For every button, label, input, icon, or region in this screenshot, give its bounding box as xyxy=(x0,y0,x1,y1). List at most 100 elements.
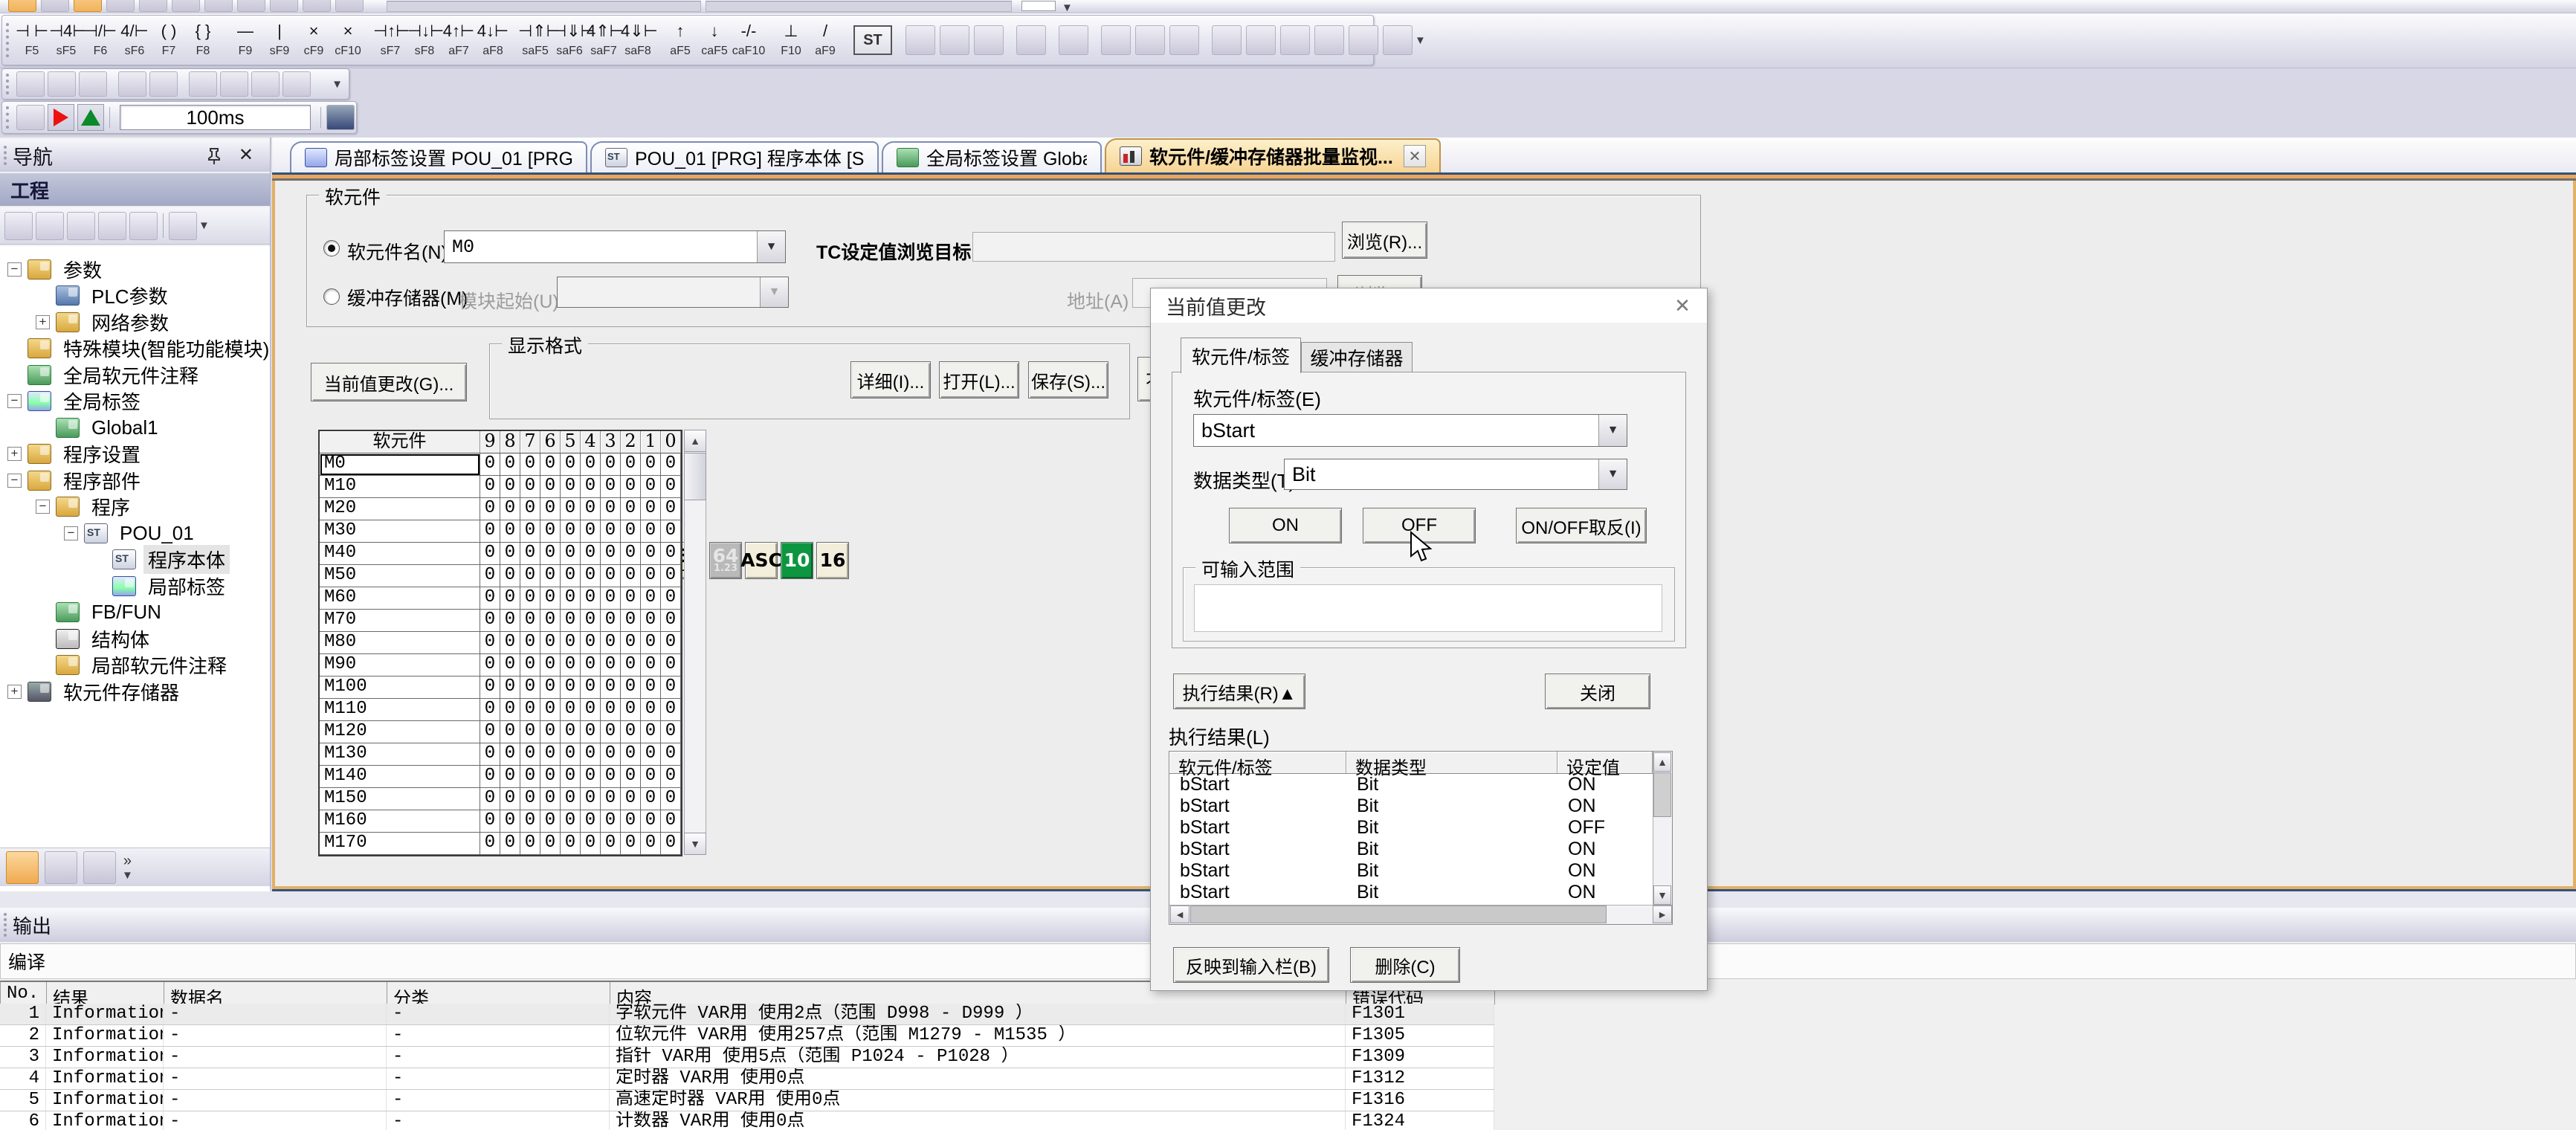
bit-cell-M170-6[interactable]: 0 xyxy=(540,833,561,855)
ladder-symbol-sF7[interactable]: ⊣↑⊢sF7 xyxy=(373,23,407,57)
navigate-back-icon[interactable] xyxy=(220,71,248,97)
bit-cell-M0-9[interactable]: 0 xyxy=(480,453,500,476)
edit-wrap-parallel-icon[interactable] xyxy=(974,25,1004,55)
window-grid-dark-icon[interactable] xyxy=(172,0,200,12)
bit-cell-M90-5[interactable]: 0 xyxy=(561,654,581,677)
ladder-symbol-saF7[interactable]: 4⇑⊢saF7 xyxy=(587,23,621,57)
combo-dropdown-icon[interactable]: ▼ xyxy=(1598,459,1627,489)
tree-item-软元件存储器[interactable]: +软元件存储器 xyxy=(7,679,184,704)
save-project-icon[interactable] xyxy=(74,0,102,12)
change-current-value-button[interactable]: 当前值更改(G)... xyxy=(311,363,467,401)
stop-monitor-button[interactable] xyxy=(77,104,104,131)
bit-cell-M110-8[interactable]: 0 xyxy=(500,699,520,721)
bit-cell-M40-6[interactable]: 0 xyxy=(540,543,561,565)
device-cell-M70[interactable]: M70 xyxy=(320,610,480,632)
bit-cell-M60-7[interactable]: 0 xyxy=(520,587,540,610)
panel-grip[interactable] xyxy=(4,913,7,937)
output-header-数据名[interactable]: 数据名 xyxy=(164,982,387,1004)
tree-item-程序部件[interactable]: −程序部件 xyxy=(7,468,145,493)
bit-cell-M10-2[interactable]: 0 xyxy=(621,476,641,498)
data-type-combo[interactable]: Bit ▼ xyxy=(1284,459,1627,490)
device-cell-M130[interactable]: M130 xyxy=(320,743,480,766)
bit-cell-M150-3[interactable]: 0 xyxy=(601,788,621,810)
ladder-symbol-F9[interactable]: —F9 xyxy=(228,23,262,57)
bit-cell-M150-5[interactable]: 0 xyxy=(561,788,581,810)
bit-cell-M20-6[interactable]: 0 xyxy=(540,498,561,520)
scroll-up-icon[interactable]: ▲ xyxy=(1653,752,1671,772)
bit-cell-M40-2[interactable]: 0 xyxy=(621,543,641,565)
result-row[interactable]: bStartBitON xyxy=(1169,795,1672,817)
device-cell-M170[interactable]: M170 xyxy=(320,833,480,855)
bit-cell-M30-4[interactable]: 0 xyxy=(581,520,601,543)
bit-cell-M40-7[interactable]: 0 xyxy=(520,543,540,565)
bit-cell-M110-4[interactable]: 0 xyxy=(581,699,601,721)
bit-cell-M40-1[interactable]: 0 xyxy=(641,543,661,565)
monitor-interval-field[interactable]: 100ms xyxy=(120,105,311,130)
contact-table-icon[interactable] xyxy=(1016,25,1046,55)
bit-cell-M90-2[interactable]: 0 xyxy=(621,654,641,677)
bit-cell-M100-8[interactable]: 0 xyxy=(500,677,520,699)
bit-cell-M20-2[interactable]: 0 xyxy=(621,498,641,520)
bit-cell-M80-8[interactable]: 0 xyxy=(500,632,520,654)
bit-cell-M120-3[interactable]: 0 xyxy=(601,721,621,743)
bit-cell-M80-4[interactable]: 0 xyxy=(581,632,601,654)
on-button[interactable]: ON xyxy=(1229,508,1342,543)
bit-cell-M130-5[interactable]: 0 xyxy=(561,743,581,766)
bit-cell-M40-9[interactable]: 0 xyxy=(480,543,500,565)
bit-cell-M50-8[interactable]: 0 xyxy=(500,565,520,587)
on-off-invert-button[interactable]: ON/OFF取反(I) xyxy=(1516,508,1647,543)
bit-cell-M50-2[interactable]: 0 xyxy=(621,565,641,587)
device-register-watch-icon[interactable] xyxy=(1280,25,1310,55)
bit-cell-M80-6[interactable]: 0 xyxy=(540,632,561,654)
bit-cell-M90-1[interactable]: 0 xyxy=(641,654,661,677)
bit-cell-M140-4[interactable]: 0 xyxy=(581,766,601,788)
bit-cell-M160-6[interactable]: 0 xyxy=(540,810,561,833)
device-batch-icon[interactable] xyxy=(1212,25,1242,55)
bit-cell-M160-1[interactable]: 0 xyxy=(641,810,661,833)
bit-cell-M0-8[interactable]: 0 xyxy=(500,453,520,476)
bit-cell-M50-3[interactable]: 0 xyxy=(601,565,621,587)
bit-cell-M30-0[interactable]: 0 xyxy=(661,520,681,543)
bit-cell-M140-1[interactable]: 0 xyxy=(641,766,661,788)
bit-cell-M100-1[interactable]: 0 xyxy=(641,677,661,699)
output-row[interactable]: 1Information--字软元件 VAR用 使用2点（范围 D998 - D… xyxy=(0,1004,1494,1025)
bit-cell-M0-0[interactable]: 0 xyxy=(661,453,681,476)
bit-cell-M60-5[interactable]: 0 xyxy=(561,587,581,610)
bit-cell-M80-0[interactable]: 0 xyxy=(661,632,681,654)
bit-cell-M30-9[interactable]: 0 xyxy=(480,520,500,543)
toolbar-grip[interactable] xyxy=(6,23,10,57)
bit-cell-M40-3[interactable]: 0 xyxy=(601,543,621,565)
bit-cell-M120-2[interactable]: 0 xyxy=(621,721,641,743)
bit-cell-M70-3[interactable]: 0 xyxy=(601,610,621,632)
tree-item-POU_01[interactable]: −POU_01 xyxy=(64,520,198,546)
bit-cell-M40-5[interactable]: 0 xyxy=(561,543,581,565)
bit-cell-M160-7[interactable]: 0 xyxy=(520,810,540,833)
bit-cell-M130-9[interactable]: 0 xyxy=(480,743,500,766)
bit-cell-M50-0[interactable]: 0 xyxy=(661,565,681,587)
bit-cell-M160-3[interactable]: 0 xyxy=(601,810,621,833)
edit-wrap-coil-icon[interactable] xyxy=(906,25,935,55)
detail-button[interactable]: 详细(I)... xyxy=(850,361,931,398)
bit-cell-M140-6[interactable]: 0 xyxy=(540,766,561,788)
result-header-软元件/标签[interactable]: 软元件/标签 xyxy=(1169,752,1346,774)
edit-wrap-contact-icon[interactable] xyxy=(940,25,969,55)
device-cell-M110[interactable]: M110 xyxy=(320,699,480,721)
find-prev-icon[interactable] xyxy=(1135,25,1165,55)
bit-cell-M50-6[interactable]: 0 xyxy=(540,565,561,587)
bit-cell-M130-3[interactable]: 0 xyxy=(601,743,621,766)
bit-cell-M90-6[interactable]: 0 xyxy=(540,654,561,677)
bit-cell-M120-5[interactable]: 0 xyxy=(561,721,581,743)
expand-icon[interactable]: + xyxy=(36,315,50,329)
module-start-combo[interactable]: ▼ xyxy=(557,277,789,308)
bit-cell-M120-6[interactable]: 0 xyxy=(540,721,561,743)
collapse-icon[interactable]: − xyxy=(7,394,22,408)
device-cell-M40[interactable]: M40 xyxy=(320,543,480,565)
expand-icon[interactable]: + xyxy=(7,447,22,461)
bit-cell-M10-0[interactable]: 0 xyxy=(661,476,681,498)
bit-cell-M150-8[interactable]: 0 xyxy=(500,788,520,810)
bit-cell-M150-2[interactable]: 0 xyxy=(621,788,641,810)
bit-cell-M110-5[interactable]: 0 xyxy=(561,699,581,721)
bit-cell-M80-9[interactable]: 0 xyxy=(480,632,500,654)
result-header-数据类型[interactable]: 数据类型 xyxy=(1346,752,1557,774)
bit-cell-M30-8[interactable]: 0 xyxy=(500,520,520,543)
